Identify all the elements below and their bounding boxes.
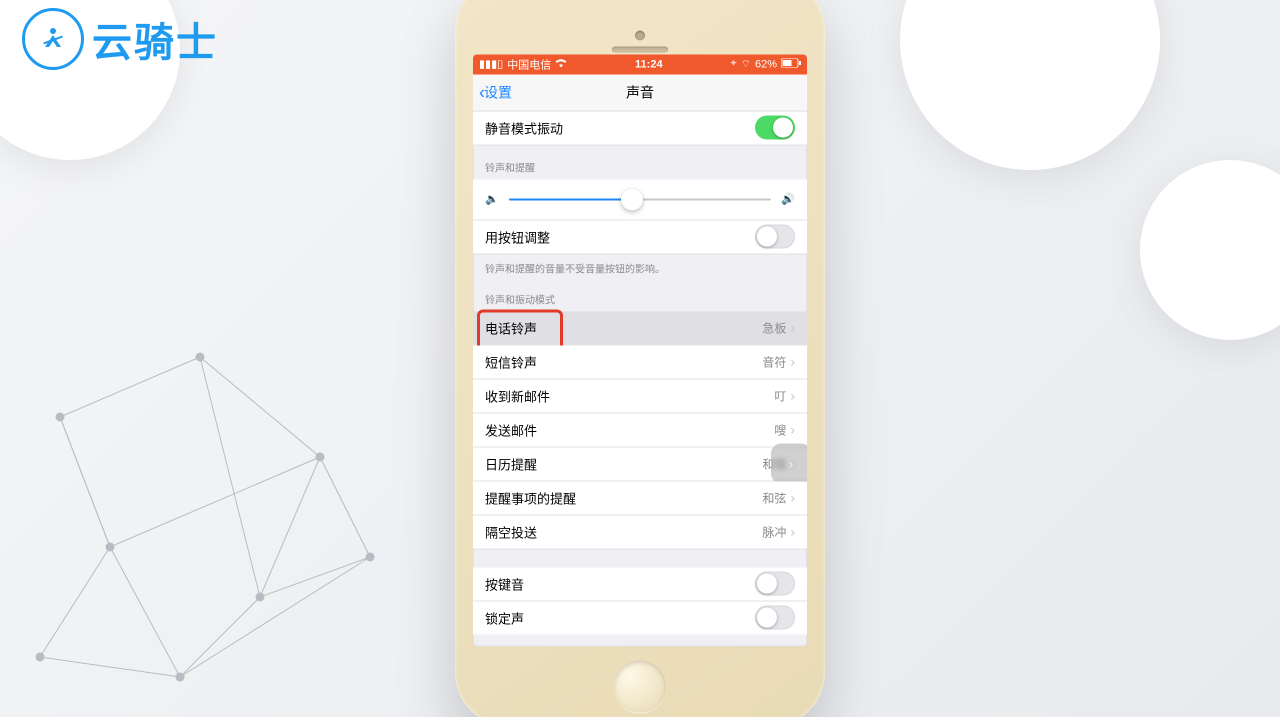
row-label: 发送邮件 xyxy=(485,420,537,439)
row-lock-sound[interactable]: 锁定声 xyxy=(473,601,807,634)
carrier-label: 中国电信 xyxy=(507,56,551,72)
row-silent-vibrate[interactable]: 静音模式振动 xyxy=(473,111,807,145)
bg-blob xyxy=(900,0,1160,170)
row-label: 按键音 xyxy=(485,574,524,593)
volume-low-icon: 🔈 xyxy=(485,193,499,206)
row-volume-slider[interactable]: 🔈 🔊 xyxy=(473,179,807,220)
brand-logo: 云骑士 xyxy=(22,8,218,70)
row-value: 嗖 xyxy=(774,421,786,438)
row-newmail[interactable]: 收到新邮件 叮› xyxy=(473,379,807,413)
row-label: 提醒事项的提醒 xyxy=(485,488,576,507)
wireframe-decoration xyxy=(0,297,420,717)
phone-frame: ▮▮▮▯ 中国电信 11:24 ⌖ ⌔ 62% ‹ 设置 声音 xyxy=(455,0,825,717)
row-label: 短信铃声 xyxy=(485,352,537,371)
back-button[interactable]: ‹ 设置 xyxy=(479,82,512,102)
chevron-right-icon: › xyxy=(790,490,795,506)
phone-speaker xyxy=(612,46,668,52)
status-bar: ▮▮▮▯ 中国电信 11:24 ⌖ ⌔ 62% xyxy=(473,54,807,74)
row-value: 急板 xyxy=(762,319,786,336)
phone-screen: ▮▮▮▯ 中国电信 11:24 ⌖ ⌔ 62% ‹ 设置 声音 xyxy=(473,54,807,646)
row-value: 和弦 xyxy=(762,489,786,506)
row-label: 日历提醒 xyxy=(485,454,537,473)
logo-text: 云骑士 xyxy=(92,10,218,68)
chevron-right-icon: › xyxy=(790,320,795,336)
toggle-silent-vibrate[interactable] xyxy=(755,116,795,140)
wifi-icon xyxy=(555,58,567,70)
row-ringtone[interactable]: 电话铃声 急板› xyxy=(473,311,807,345)
volume-high-icon: 🔊 xyxy=(781,193,795,206)
page-title: 声音 xyxy=(626,82,654,102)
row-button-adjust[interactable]: 用按钮调整 xyxy=(473,220,807,254)
row-value: 音符 xyxy=(762,353,786,370)
home-button[interactable] xyxy=(614,660,666,712)
assistive-touch-button[interactable]: › xyxy=(771,443,807,483)
row-label: 用按钮调整 xyxy=(485,227,550,246)
row-texttone[interactable]: 短信铃声 音符› xyxy=(473,345,807,379)
chevron-right-icon: › xyxy=(790,388,795,404)
toggle-keyclick[interactable] xyxy=(755,572,795,596)
row-calendar[interactable]: 日历提醒 和弦› › xyxy=(473,447,807,481)
row-label: 电话铃声 xyxy=(485,318,537,337)
clock: 11:24 xyxy=(635,58,663,70)
settings-list: 静音模式振动 铃声和提醒 🔈 🔊 用按钮调整 铃声和提醒的音量不受音量按钮的影响… xyxy=(473,111,807,634)
chevron-right-icon: › xyxy=(789,455,794,471)
bg-blob xyxy=(1140,160,1280,340)
row-reminder[interactable]: 提醒事项的提醒 和弦› xyxy=(473,481,807,515)
location-icon: ⌖ xyxy=(730,58,736,71)
nav-bar: ‹ 设置 声音 xyxy=(473,74,807,111)
row-label: 隔空投送 xyxy=(485,522,537,541)
section-header-patterns: 铃声和振动模式 xyxy=(473,277,807,311)
row-label: 收到新邮件 xyxy=(485,386,550,405)
section-header-ringer: 铃声和提醒 xyxy=(473,145,807,179)
signal-icon: ▮▮▮▯ xyxy=(479,58,503,71)
row-label: 静音模式振动 xyxy=(485,118,563,137)
row-value: 叮 xyxy=(774,387,786,404)
row-airdrop[interactable]: 隔空投送 脉冲› xyxy=(473,515,807,549)
row-sentmail[interactable]: 发送邮件 嗖› xyxy=(473,413,807,447)
chevron-right-icon: › xyxy=(790,422,795,438)
back-label: 设置 xyxy=(484,82,512,102)
battery-percent: 62% xyxy=(755,58,777,70)
phone-camera xyxy=(635,30,645,40)
toggle-button-adjust[interactable] xyxy=(755,225,795,249)
row-value: 脉冲 xyxy=(762,523,786,540)
section-footer: 铃声和提醒的音量不受音量按钮的影响。 xyxy=(473,254,807,277)
toggle-lock-sound[interactable] xyxy=(755,606,795,630)
chevron-right-icon: › xyxy=(790,524,795,540)
bluetooth-icon: ⌔ xyxy=(741,57,751,71)
row-keyclick[interactable]: 按键音 xyxy=(473,567,807,601)
row-label: 锁定声 xyxy=(485,608,524,627)
volume-slider[interactable] xyxy=(509,198,772,200)
logo-icon xyxy=(22,8,84,70)
battery-icon xyxy=(781,58,801,70)
chevron-right-icon: › xyxy=(790,354,795,370)
